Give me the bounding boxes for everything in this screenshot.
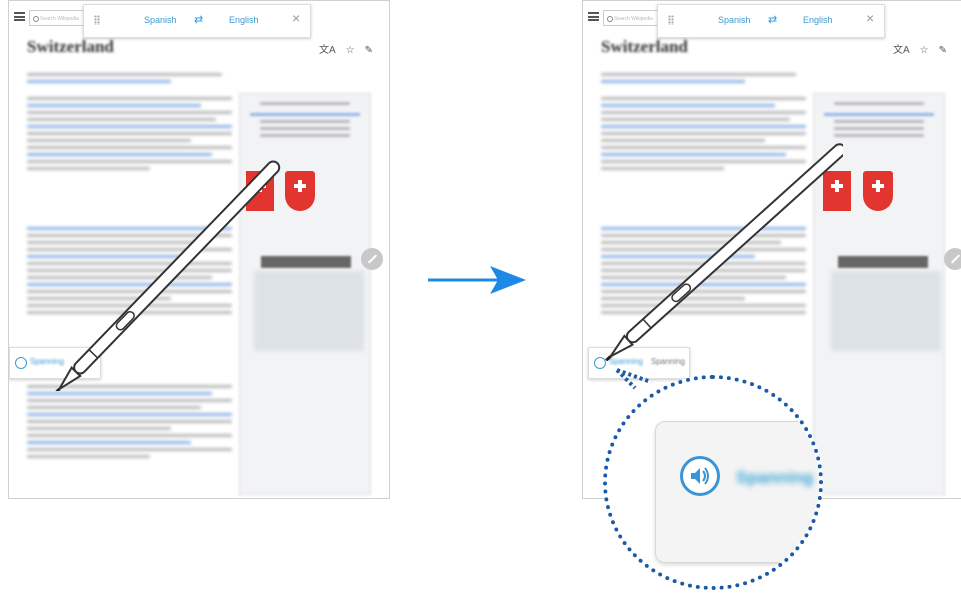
edit-fab-icon[interactable] [361,248,383,270]
magnified-tooltip: Spanning [655,421,819,563]
swap-languages-icon[interactable]: ⇄ [768,13,777,26]
s-pen-icon [605,143,843,361]
star-icon[interactable]: ☆ [346,45,355,56]
coat-of-arms-image [863,171,893,211]
source-language-button[interactable]: Spanish [718,15,751,25]
speaker-icon[interactable] [15,357,27,369]
search-icon [607,16,613,22]
article-paragraph [27,381,232,462]
source-language-button[interactable]: Spanish [144,15,177,25]
drag-handle-icon[interactable] [94,15,100,25]
swap-languages-icon[interactable]: ⇄ [194,13,203,26]
target-language-button[interactable]: English [803,15,833,25]
translator-bar: Spanish ⇄ English × [83,4,311,38]
close-icon[interactable]: × [866,10,874,26]
edit-icon[interactable]: ✎ [365,45,373,56]
close-icon[interactable]: × [292,10,300,26]
edit-fab-icon[interactable] [944,248,961,270]
s-pen-icon [54,160,281,391]
speaker-icon[interactable] [680,456,720,496]
edit-icon[interactable]: ✎ [939,45,947,56]
search-placeholder: Search Wikipedia [40,16,79,22]
drag-handle-icon[interactable] [668,15,674,25]
screenshot-before: Search Wikipedia Spanish ⇄ English × Swi… [8,0,390,499]
page-actions: 文A ☆ ✎ [309,41,373,56]
translator-bar: Spanish ⇄ English × [657,4,885,38]
article-intro [27,69,232,87]
search-icon [33,16,39,22]
menu-icon[interactable] [14,12,25,21]
page-actions: 文A ☆ ✎ [883,41,947,56]
magnified-word: Spanning [736,468,814,487]
translate-icon[interactable]: 文A [893,45,910,56]
map-toolbar [838,256,928,268]
menu-icon[interactable] [588,12,599,21]
page-title: Switzerland [27,37,114,56]
map-image [831,271,941,351]
search-placeholder: Search Wikipedia [614,16,653,22]
magnifier-callout: Spanning [603,375,823,590]
arrow-icon [428,266,526,294]
article-intro [601,69,806,87]
translate-icon[interactable]: 文A [319,45,336,56]
star-icon[interactable]: ☆ [920,45,929,56]
page-title: Switzerland [601,37,688,56]
target-language-button[interactable]: English [229,15,259,25]
